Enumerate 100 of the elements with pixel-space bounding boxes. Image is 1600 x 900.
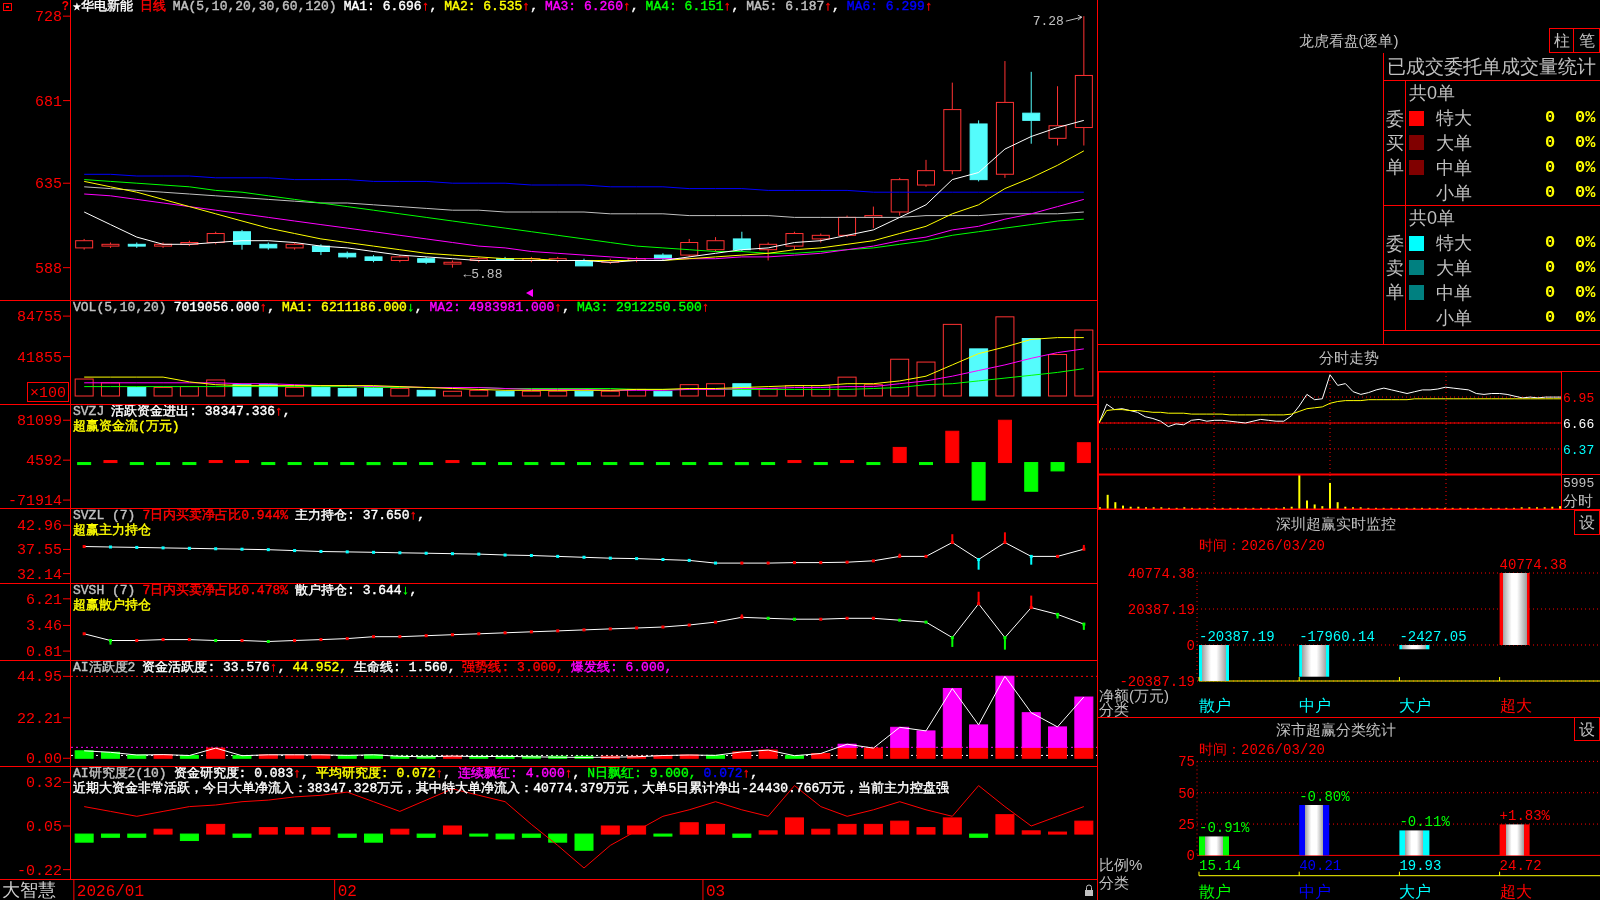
indicator-reading: 活跃资金进出: 38347.336↑, bbox=[111, 405, 291, 419]
order-count: 0 bbox=[1545, 181, 1556, 204]
axis-label: 681 bbox=[35, 93, 62, 111]
axis-label: 6.37 bbox=[1563, 442, 1595, 458]
price-label: 7.28 bbox=[1032, 14, 1064, 30]
value-label: 15.14 bbox=[1199, 858, 1241, 874]
category-label: 散户 bbox=[1199, 697, 1231, 714]
order-size-label: 特大 bbox=[1436, 232, 1472, 255]
indicator-reading: MA2: 6.535↑, bbox=[444, 0, 538, 15]
indicator-reading: 爆发线: 6.000, bbox=[570, 661, 673, 676]
axis-title: 分类 bbox=[1099, 874, 1129, 891]
time-label: 时间：2026/03/20 bbox=[1199, 742, 1325, 758]
order-share: 0% bbox=[1575, 232, 1596, 255]
indicator-reading: SVSH (7) bbox=[73, 584, 136, 598]
indicator-reading: N日飘红: 9.000, bbox=[587, 767, 697, 781]
axis-label: 635 bbox=[35, 176, 62, 194]
indicator-reading: VOL(5,10,20) bbox=[73, 301, 167, 316]
indicator-reading: 7019056.000↑, bbox=[173, 301, 276, 316]
axis-label: 0.32 bbox=[26, 775, 62, 793]
axis-label: 6.21 bbox=[26, 591, 62, 609]
value-label: -2427.05 bbox=[1399, 629, 1467, 645]
indicator-reading: 0.072↑, bbox=[703, 767, 759, 781]
indicator-reading: 7日内买卖净占比0.478% bbox=[142, 584, 289, 598]
panel-title: 龙虎看盘(逐单) bbox=[1298, 32, 1399, 50]
table-title: 已成交委托单成交量统计 bbox=[1387, 54, 1596, 79]
change-label: +1.83% bbox=[1499, 808, 1550, 825]
axis-label: 0.00 bbox=[26, 751, 62, 766]
indicator-reading: MA6: 6.299↑ bbox=[846, 0, 933, 15]
value-label: 19.93 bbox=[1399, 858, 1442, 874]
indicator-reading: MA5: 6.187↑, bbox=[746, 0, 840, 15]
price-label: ←5.88 bbox=[463, 266, 503, 282]
axis-label: 588 bbox=[35, 260, 62, 278]
indicator-reading: MA4: 6.151↑, bbox=[645, 0, 740, 15]
axis-label: 6.66 bbox=[1563, 417, 1595, 432]
category-label: 中户 bbox=[1299, 697, 1332, 714]
value-label: 24.72 bbox=[1499, 858, 1542, 874]
order-size-label: 中单 bbox=[1436, 281, 1472, 304]
indicator-reading: 超赢散户持仓 bbox=[73, 598, 151, 613]
value-label: -20387.19 bbox=[1199, 629, 1275, 645]
order-share: 0% bbox=[1575, 257, 1596, 279]
axis-label: 42.96 bbox=[17, 518, 62, 536]
indicator-reading: SVZL (7) bbox=[73, 509, 136, 523]
change-label: -0.80% bbox=[1299, 789, 1350, 805]
indicator-reading: 44.952, bbox=[292, 661, 348, 676]
group-label: 委卖单 bbox=[1385, 233, 1404, 304]
indicator-reading: 生命线: 1.560, bbox=[354, 661, 456, 676]
group-label: 委买单 bbox=[1385, 108, 1404, 179]
axis-label: 50 bbox=[1178, 785, 1195, 802]
time-label: 时间：2026/03/20 bbox=[1199, 538, 1325, 554]
category-label: 大户 bbox=[1399, 883, 1432, 900]
axis-label: 37.55 bbox=[17, 542, 62, 560]
date-label: 2026/01 bbox=[76, 883, 145, 900]
category-label: 超大 bbox=[1499, 697, 1532, 714]
order-share: 0% bbox=[1575, 181, 1596, 204]
axis-label: 3.46 bbox=[26, 618, 62, 636]
axis-label: 728 bbox=[35, 9, 62, 27]
axis-label: 22.21 bbox=[17, 710, 62, 728]
axis-label: -0.22 bbox=[17, 862, 62, 879]
order-share: 0% bbox=[1575, 281, 1596, 304]
section-title: 深圳超赢实时监控 bbox=[1276, 514, 1396, 533]
axis-label: 25 bbox=[1178, 817, 1195, 834]
axis-title: 分时 bbox=[1563, 492, 1593, 509]
axis-label: 0 bbox=[1186, 848, 1195, 865]
category-label: 中户 bbox=[1299, 883, 1332, 900]
brand-label: 大智慧 bbox=[1, 880, 57, 900]
axis-label: -71914 bbox=[8, 493, 62, 508]
axis-label: 0 bbox=[1186, 638, 1195, 654]
indicator-reading: 日线 bbox=[139, 0, 166, 15]
order-size-label: 大单 bbox=[1436, 257, 1472, 279]
order-count: 0 bbox=[1545, 281, 1556, 304]
indicator-reading: MA3: 2912250.500↑ bbox=[577, 301, 710, 316]
axis-label: 81099 bbox=[17, 413, 62, 431]
indicator-reading: MA(5,10,20,30,60,120) bbox=[172, 0, 337, 15]
order-share: 0% bbox=[1575, 306, 1596, 329]
section-title: 分时走势 bbox=[1319, 349, 1379, 367]
order-size-label: 小单 bbox=[1436, 181, 1472, 204]
axis-title: 比例% bbox=[1099, 856, 1143, 873]
axis-label: 0.81 bbox=[26, 644, 62, 660]
indicator-reading: MA3: 6.260↑, bbox=[544, 0, 639, 15]
indicator-reading: MA1: 6.696↑, bbox=[343, 0, 438, 15]
date-label: 02 bbox=[337, 883, 357, 900]
indicator-reading: 超赢主力持仓 bbox=[73, 523, 151, 538]
section-title: 深市超赢分类统计 bbox=[1276, 721, 1396, 739]
axis-label: 0.05 bbox=[26, 819, 62, 836]
date-label: 03 bbox=[705, 883, 726, 900]
order-share: 0% bbox=[1575, 156, 1596, 179]
axis-label: 6.95 bbox=[1563, 391, 1595, 407]
axis-title: 净额(万元) bbox=[1099, 687, 1169, 704]
order-count: 0 bbox=[1545, 232, 1556, 255]
axis-label: -20387.19 bbox=[1119, 674, 1195, 690]
value-label: 40774.38 bbox=[1499, 557, 1567, 573]
indicator-reading: 7日内买卖净占比0.944% bbox=[142, 509, 289, 523]
order-count: 0 bbox=[1545, 306, 1556, 329]
order-share: 0% bbox=[1575, 132, 1596, 154]
order-size-label: 特大 bbox=[1436, 107, 1472, 130]
order-count: 0 bbox=[1545, 107, 1556, 130]
order-count: 0 bbox=[1545, 156, 1556, 179]
order-total: 共0单 bbox=[1409, 82, 1455, 105]
indicator-reading: 连续飘红: 4.000↑, bbox=[458, 767, 581, 781]
value-label: 40.21 bbox=[1299, 858, 1342, 874]
